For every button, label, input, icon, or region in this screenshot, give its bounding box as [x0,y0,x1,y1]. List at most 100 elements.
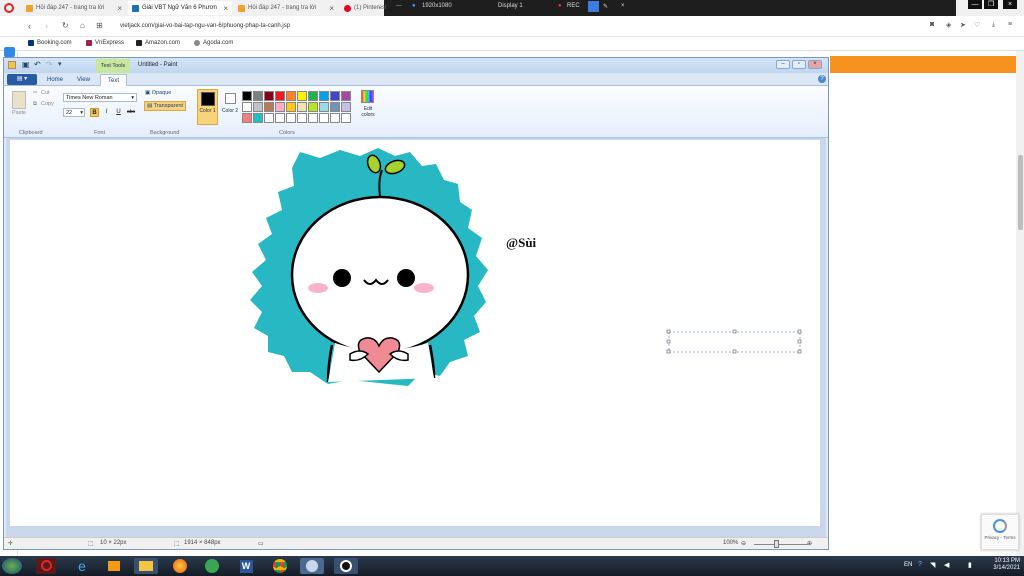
palette-swatch[interactable] [275,91,285,101]
palette-swatch[interactable] [319,113,329,123]
cut-button[interactable]: Cut [41,90,50,96]
palette-swatch[interactable] [286,113,296,123]
browser-tab[interactable]: (1) Pinterest [340,1,388,15]
chrome-icon[interactable] [268,558,292,574]
palette-swatch[interactable] [286,91,296,101]
palette-swatch[interactable] [242,113,252,123]
speed-dial-icon[interactable] [4,47,15,57]
undo-icon[interactable]: ↶ [34,60,41,69]
italic-button[interactable]: I [102,108,111,117]
paste-icon[interactable] [12,91,26,109]
underline-button[interactable]: U [114,108,123,117]
edit-colors-icon[interactable] [361,90,374,103]
word-icon[interactable]: W [234,558,258,574]
bold-button[interactable]: B [90,108,99,117]
zoom-slider-handle[interactable] [774,540,779,548]
palette-swatch[interactable] [319,91,329,101]
browser-tab[interactable]: Hỏi đáp 247 - trang tra lời × [234,1,338,15]
pen-icon[interactable]: ✎ [603,3,608,10]
save-icon[interactable]: ▣ [22,60,30,69]
palette-swatch[interactable] [330,91,340,101]
start-button[interactable] [2,558,22,574]
color2-button[interactable]: Color 2 [221,89,239,125]
bookmark-item[interactable]: Agoda.com [194,40,233,46]
close-button[interactable]: × [808,60,822,69]
palette-swatch[interactable] [264,113,274,123]
browser-tab[interactable]: Hỏi đáp 247 - trang tra lời × [22,1,126,15]
palette-swatch[interactable] [341,91,351,101]
shield-icon[interactable]: ◈ [946,21,951,29]
scrollbar-thumb[interactable] [1018,155,1023,230]
tab-text[interactable]: Text [100,74,128,86]
language-indicator[interactable]: EN [904,562,912,568]
palette-swatch[interactable] [341,113,351,123]
palette-swatch[interactable] [286,102,296,112]
bookmark-item[interactable]: VnExpress [86,40,124,46]
transparent-button[interactable]: ▤ Transparent [144,101,187,111]
selection-handles[interactable] [666,329,802,354]
heart-icon[interactable]: ♡ [974,21,980,29]
palette-swatch[interactable] [264,91,274,101]
palette-swatch[interactable] [330,102,340,112]
file-menu-button[interactable]: ▤ ▾ [7,74,37,85]
paste-button[interactable]: Paste [12,110,26,116]
help-icon[interactable]: ? [918,561,922,568]
back-icon[interactable]: ‹ [28,21,31,31]
redo-icon[interactable]: ↷ [46,60,53,69]
rec-label[interactable]: REC [567,3,580,9]
stop-icon[interactable] [588,1,599,12]
palette-swatch[interactable] [242,102,252,112]
font-family-select[interactable]: Times New Roman ▾ [63,93,137,102]
paint-app-icon[interactable] [8,61,16,69]
bookmark-item[interactable]: Booking.com [28,40,72,46]
zoom-in-icon[interactable]: ⊕ [807,540,812,547]
customize-icon[interactable]: ▾ [58,60,62,68]
palette-swatch[interactable] [341,102,351,112]
paint-taskbar-icon[interactable] [300,558,324,574]
minimize-icon[interactable]: — [396,3,402,9]
close-icon[interactable]: × [223,4,228,13]
menu-icon[interactable]: ≡ [1008,21,1012,28]
page-scrollbar[interactable] [1016,51,1024,556]
bookmark-item[interactable]: Amazon.com [136,40,180,46]
send-icon[interactable]: ➤ [960,21,966,29]
speaker-icon[interactable]: ◀ [944,561,949,569]
palette-swatch[interactable] [308,91,318,101]
media-player-icon[interactable] [102,558,126,574]
minimize-button[interactable]: – [776,60,790,69]
url-input[interactable]: vietjack.com/giai-vo-bai-tap-ngu-van-6/p… [120,23,290,29]
opaque-button[interactable]: ▣ Opaque [145,90,171,96]
camera-icon[interactable]: ◙ [930,21,934,28]
palette-swatch[interactable] [297,102,307,112]
network-icon[interactable]: ◥ [930,561,935,569]
firefox-icon[interactable] [168,558,192,574]
battery-icon[interactable]: ▮ [968,561,972,569]
palette-swatch[interactable] [275,113,285,123]
text-selection-box[interactable] [668,331,801,353]
close-icon[interactable]: × [329,4,334,13]
palette-swatch[interactable] [253,91,263,101]
system-clock[interactable]: 10:13 PM 3/14/2021 [993,558,1020,572]
grid-icon[interactable]: ⊞ [96,21,103,30]
close-icon[interactable]: × [621,3,625,9]
zoom-out-icon[interactable]: ⊖ [741,540,746,547]
strikethrough-button[interactable]: abc [126,108,136,117]
zoom-slider[interactable] [754,544,808,545]
help-icon[interactable]: ? [818,75,826,83]
palette-swatch[interactable] [253,102,263,112]
home-icon[interactable]: ⌂ [80,21,85,30]
maximize-button[interactable]: ▫ [792,60,806,69]
edit-colors-button[interactable]: Edit colors [359,106,377,118]
recaptcha-links[interactable]: Privacy - Terms [985,535,1016,540]
tab-home[interactable]: Home [40,74,70,86]
reload-icon[interactable]: ↻ [62,21,69,30]
file-explorer-icon[interactable] [134,558,158,574]
tab-view[interactable]: View [70,74,97,86]
font-size-select[interactable]: 22 ▾ [63,108,85,117]
color1-button[interactable]: Color 1 [197,89,218,125]
greenshot-icon[interactable] [200,558,224,574]
forward-icon[interactable]: › [45,21,48,31]
taskbar-opera[interactable] [36,558,56,574]
mic-icon[interactable]: ● [412,3,416,9]
close-button[interactable]: × [1003,0,1017,9]
